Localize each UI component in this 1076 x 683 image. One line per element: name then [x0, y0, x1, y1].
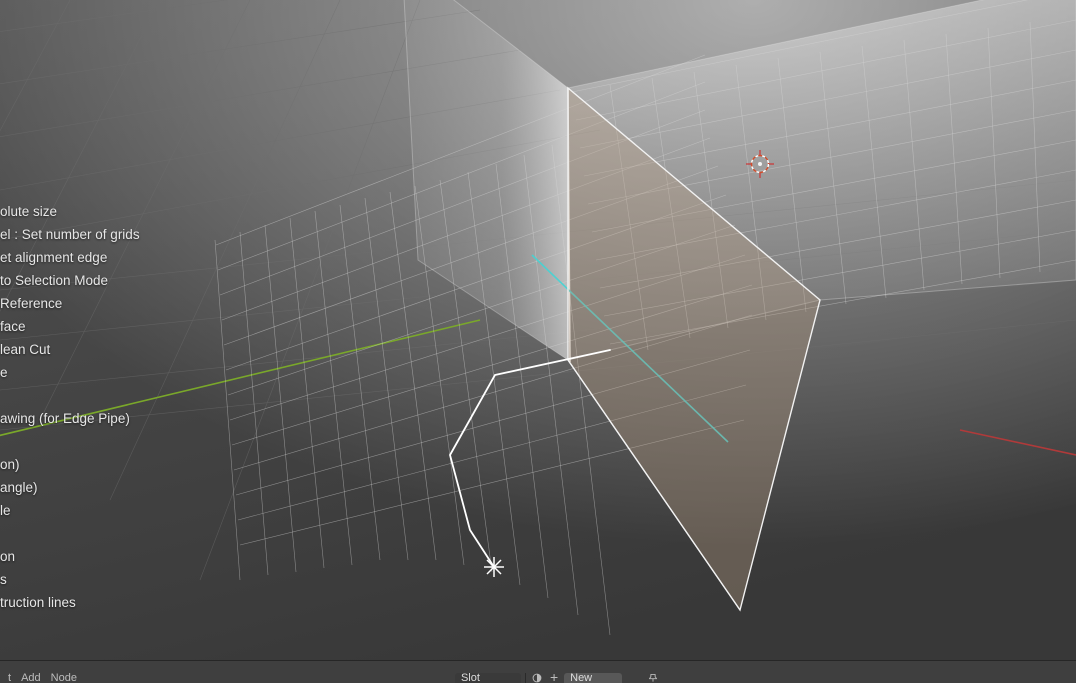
slot-selector[interactable]: Slot — [455, 673, 521, 683]
help-line: e — [0, 361, 140, 384]
new-button[interactable]: New — [564, 673, 622, 683]
help-line: et alignment edge — [0, 246, 140, 269]
help-line: truction lines — [0, 591, 140, 614]
editor-header[interactable]: t Add Node Slot + New — [0, 673, 1076, 683]
help-line: face — [0, 315, 140, 338]
help-line: le — [0, 499, 140, 522]
menu-item-1[interactable]: t — [4, 673, 15, 683]
pin-icon[interactable] — [646, 673, 660, 683]
shading-icon[interactable] — [530, 673, 544, 683]
help-line: el : Set number of grids — [0, 223, 140, 246]
help-line: angle) — [0, 476, 140, 499]
add-button[interactable]: + — [546, 673, 562, 683]
help-line: to Selection Mode — [0, 269, 140, 292]
menu-item-node[interactable]: Node — [47, 673, 81, 683]
tool-help-overlay: olute sizeel : Set number of gridset ali… — [0, 200, 140, 614]
help-line: on — [0, 545, 140, 568]
help-line: s — [0, 568, 140, 591]
help-line: Reference — [0, 292, 140, 315]
help-line: awing (for Edge Pipe) — [0, 407, 140, 430]
draw-cursor-icon — [484, 557, 504, 577]
help-line: on) — [0, 453, 140, 476]
help-line: olute size — [0, 200, 140, 223]
help-line: lean Cut — [0, 338, 140, 361]
editor-header-strip: t Add Node Slot + New — [0, 660, 1076, 683]
menu-item-add[interactable]: Add — [17, 673, 45, 683]
3d-viewport[interactable] — [0, 0, 1076, 683]
